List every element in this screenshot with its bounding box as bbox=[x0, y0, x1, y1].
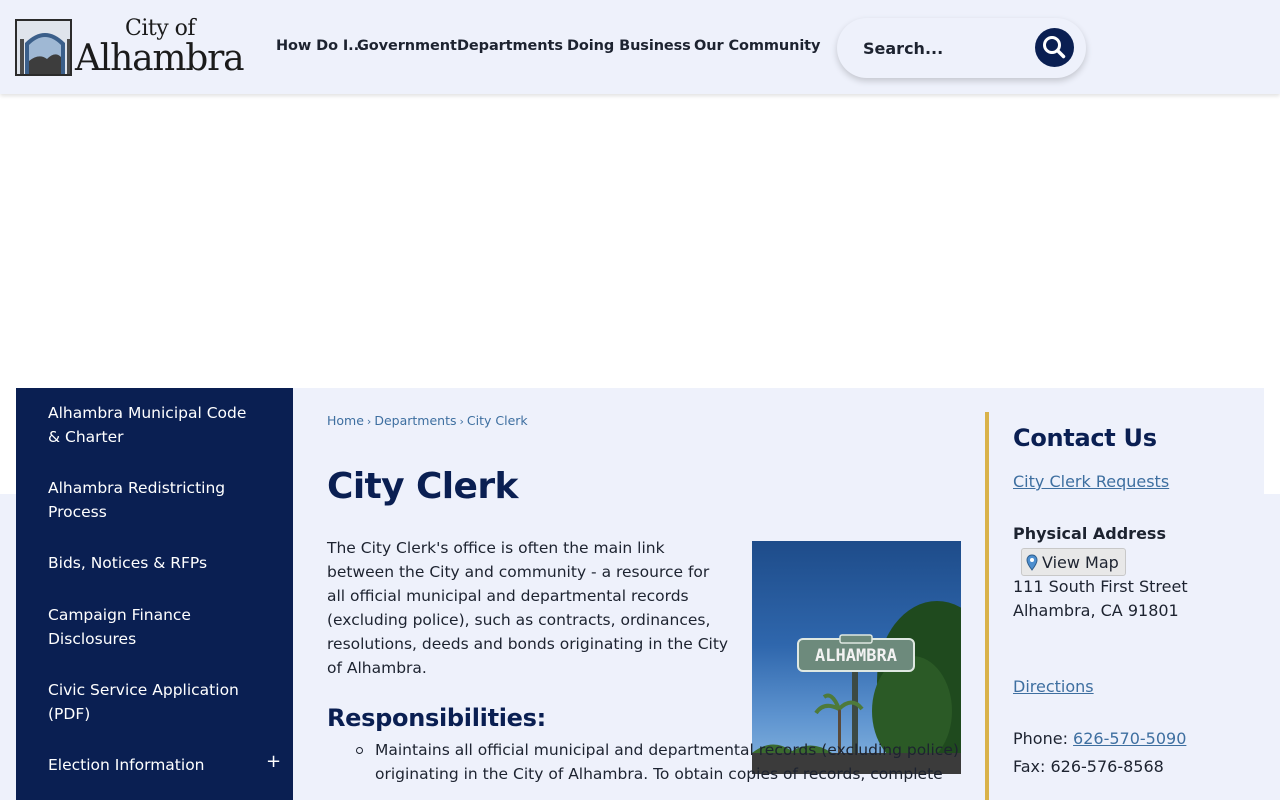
breadcrumb: Home › Departments › City Clerk bbox=[327, 413, 528, 428]
page-title: City Clerk bbox=[327, 466, 518, 507]
phone-label: Phone: bbox=[1013, 729, 1068, 748]
view-map-button[interactable]: View Map bbox=[1021, 548, 1126, 576]
sidebar-nav: Alhambra Municipal Code & Charter Alhamb… bbox=[16, 388, 293, 800]
breadcrumb-home[interactable]: Home bbox=[327, 413, 364, 428]
responsibilities-heading: Responsibilities: bbox=[327, 704, 546, 732]
breadcrumb-departments[interactable]: Departments bbox=[374, 413, 456, 428]
city-logo[interactable]: City of Alhambra bbox=[15, 16, 255, 80]
sidebar-item-civic-service[interactable]: Civic Service Application (PDF) bbox=[48, 678, 258, 726]
nav-departments[interactable]: Departments bbox=[457, 38, 563, 54]
nav-doing-business[interactable]: Doing Business bbox=[567, 38, 691, 54]
expand-plus-icon[interactable]: + bbox=[266, 752, 281, 772]
list-item-text: Maintains all official municipal and dep… bbox=[375, 741, 959, 783]
breadcrumb-separator: › bbox=[366, 415, 372, 428]
phone-line: Phone: 626-570-5090 bbox=[1013, 729, 1186, 748]
view-map-label: View Map bbox=[1042, 552, 1119, 572]
street-address: 111 South First Street bbox=[1013, 577, 1188, 596]
sidebar-item-redistricting[interactable]: Alhambra Redistricting Process bbox=[48, 476, 258, 524]
fax-number: Fax: 626-576-8568 bbox=[1013, 757, 1164, 776]
search-button[interactable] bbox=[1035, 28, 1074, 67]
search-icon bbox=[1035, 36, 1074, 70]
bullet-circle-icon bbox=[356, 747, 363, 754]
sign-text: ALHAMBRA bbox=[815, 646, 897, 666]
physical-address-label: Physical Address bbox=[1013, 524, 1166, 543]
directions-link[interactable]: Directions bbox=[1013, 677, 1094, 696]
city-seal-image bbox=[15, 19, 72, 76]
nav-government[interactable]: Government bbox=[357, 38, 457, 54]
intro-paragraph: The City Clerk's office is often the mai… bbox=[327, 539, 729, 677]
sidebar-divider bbox=[985, 412, 989, 800]
nav-how-do-i[interactable]: How Do I... bbox=[276, 38, 365, 54]
logo-alhambra: Alhambra bbox=[75, 38, 245, 79]
list-item: Maintains all official municipal and dep… bbox=[327, 738, 967, 786]
phone-link[interactable]: 626-570-5090 bbox=[1073, 729, 1186, 748]
breadcrumb-separator: › bbox=[459, 415, 464, 428]
site-header: City of Alhambra How Do I... Government … bbox=[0, 0, 1280, 94]
sidebar-item-campaign-finance[interactable]: Campaign Finance Disclosures bbox=[48, 603, 258, 651]
responsibilities-list: Maintains all official municipal and dep… bbox=[327, 738, 967, 786]
main-content: Home › Departments › City Clerk City Clerk T… bbox=[293, 388, 1264, 800]
breadcrumb-current[interactable]: City Clerk bbox=[467, 413, 528, 428]
search-input[interactable] bbox=[863, 34, 1023, 62]
sidebar-item-municipal-code[interactable]: Alhambra Municipal Code & Charter bbox=[48, 401, 258, 449]
contact-us-heading: Contact Us bbox=[1013, 424, 1157, 452]
search-box bbox=[837, 18, 1086, 78]
sidebar-item-bids-notices[interactable]: Bids, Notices & RFPs bbox=[48, 551, 258, 575]
contact-us-panel: Contact Us City Clerk Requests Physical … bbox=[1013, 424, 1253, 776]
city-state-zip: Alhambra, CA 91801 bbox=[1013, 601, 1179, 620]
nav-our-community[interactable]: Our Community bbox=[694, 38, 820, 54]
sidebar-item-election-information[interactable]: Election Information bbox=[48, 753, 258, 777]
city-clerk-requests-link[interactable]: City Clerk Requests bbox=[1013, 472, 1169, 491]
map-pin-icon bbox=[1026, 553, 1038, 571]
